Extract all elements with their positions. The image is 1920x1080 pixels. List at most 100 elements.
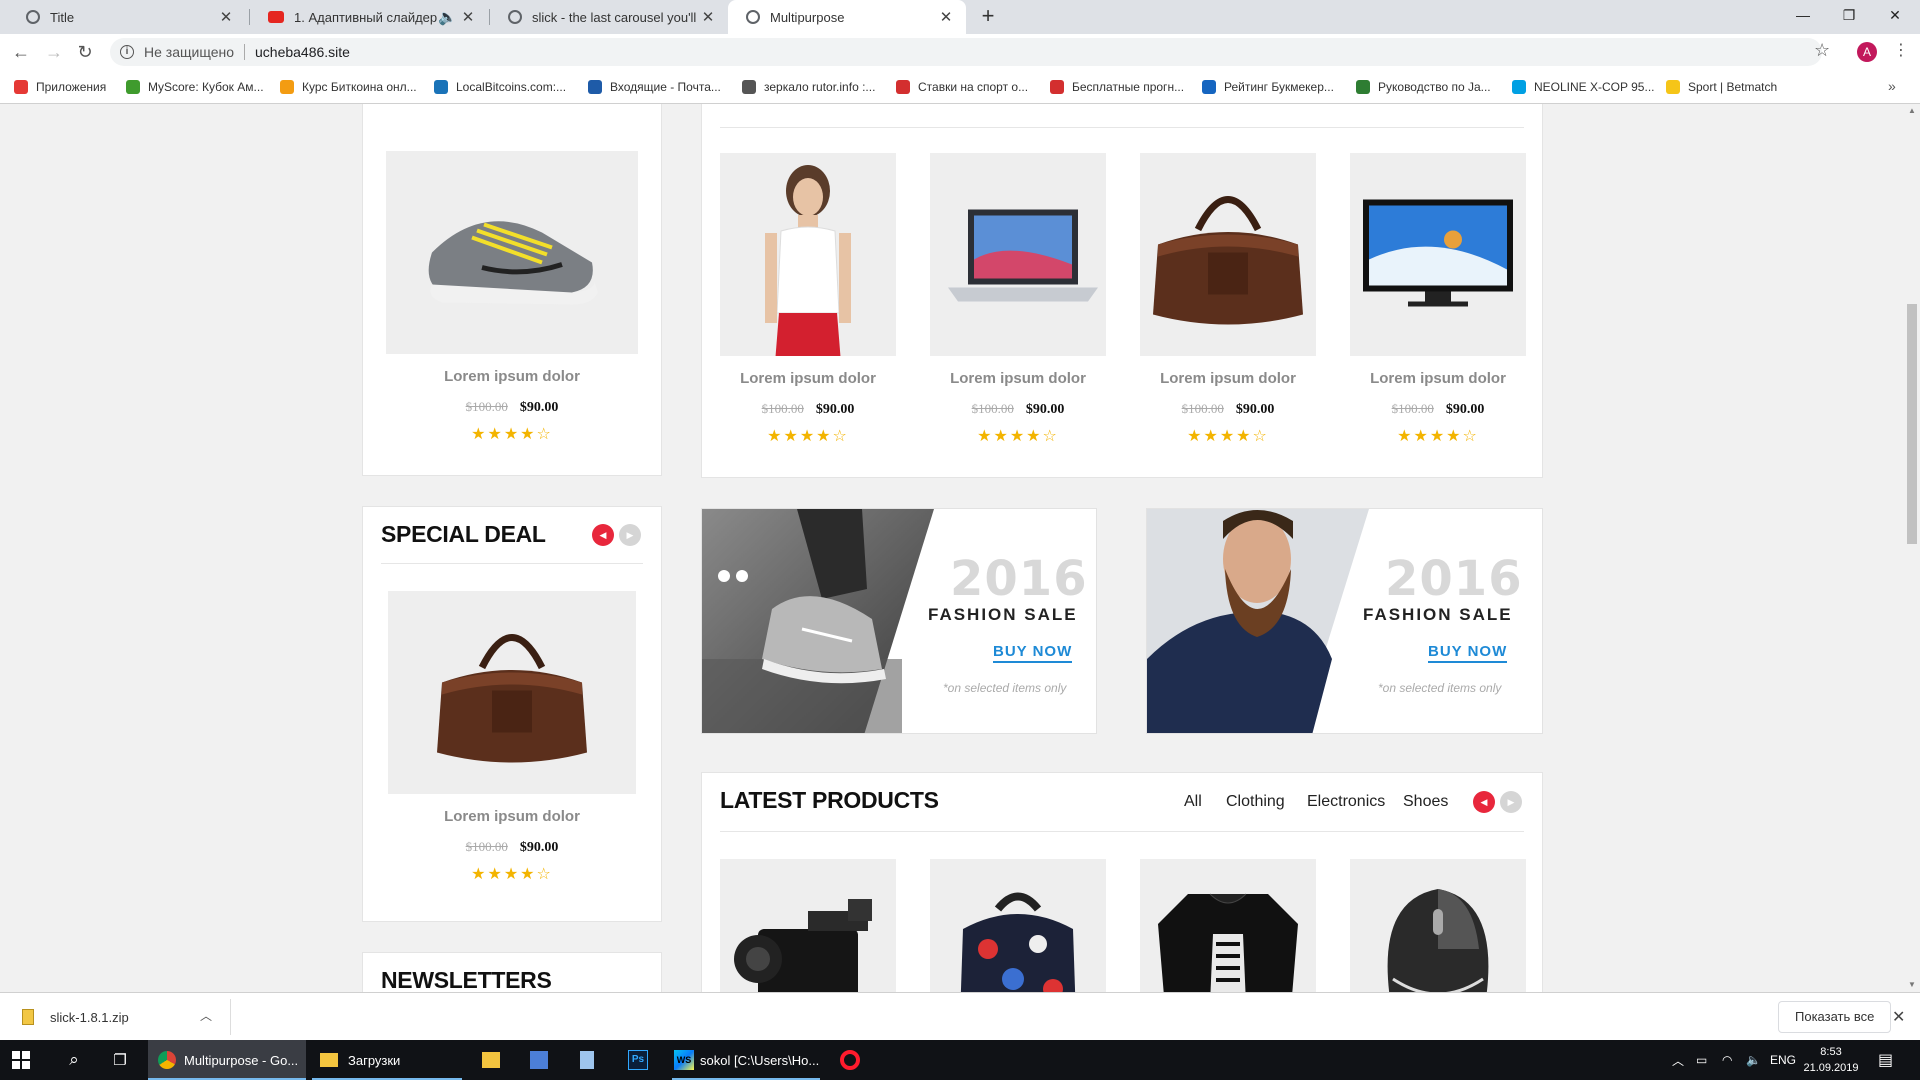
more-bookmarks-icon[interactable]: »: [1888, 78, 1896, 94]
product-item[interactable]: Lorem ipsum dolor $100.00 $90.00 ★★★★☆: [1350, 153, 1526, 446]
scroll-down-icon[interactable]: ▼: [1904, 978, 1920, 992]
show-all-button[interactable]: Показать все: [1778, 1001, 1892, 1033]
filter-all[interactable]: All: [1184, 793, 1202, 811]
reload-icon[interactable]: ↻: [72, 39, 98, 65]
close-tab-icon[interactable]: ✕: [460, 8, 476, 26]
prev-arrow-icon[interactable]: ◀: [592, 524, 614, 546]
wifi-icon[interactable]: ◠: [1722, 1040, 1732, 1080]
taskbar-app-chrome[interactable]: Multipurpose - Go...: [148, 1040, 306, 1080]
product-image-mouse[interactable]: [1350, 859, 1526, 992]
close-tab-icon[interactable]: ✕: [938, 8, 954, 26]
product-item[interactable]: Lorem ipsum dolor $100.00 $90.00 ★★★★☆: [930, 153, 1106, 446]
minimize-button[interactable]: —: [1780, 0, 1826, 30]
taskbar-app-webstorm[interactable]: WS sokol [C:\Users\Ho...: [672, 1040, 820, 1080]
search-icon[interactable]: ⌕: [62, 1040, 86, 1080]
buy-now-link[interactable]: BUY NOW: [1428, 643, 1508, 663]
bookmark-item[interactable]: Ставки на спорт о...: [896, 70, 1028, 104]
volume-icon[interactable]: 🔈: [1746, 1040, 1761, 1080]
store-icon[interactable]: [482, 1040, 502, 1080]
fashion-sale-banner[interactable]: 2016 FASHION SALE BUY NOW *on selected i…: [701, 508, 1097, 734]
new-tab-button[interactable]: +: [975, 4, 1001, 30]
product-name[interactable]: Lorem ipsum dolor: [930, 370, 1106, 387]
bookmark-item[interactable]: MyScore: Кубок Ам...: [126, 70, 264, 104]
product-item[interactable]: Lorem ipsum dolor $100.00 $90.00 ★★★★☆: [388, 591, 636, 884]
product-image-laptop[interactable]: [930, 153, 1106, 356]
close-tab-icon[interactable]: ✕: [218, 8, 234, 26]
product-item[interactable]: Lorem ipsum dolor $100.00 $90.00 ★★★★☆: [386, 151, 638, 444]
bookmark-item[interactable]: Входящие - Почта...: [588, 70, 721, 104]
forward-arrow-icon[interactable]: →: [41, 39, 67, 65]
product-image-tv[interactable]: [1350, 153, 1526, 356]
speaker-icon[interactable]: 🔈: [438, 8, 457, 26]
security-label[interactable]: Не защищено: [144, 44, 234, 60]
page-scrollbar[interactable]: ▲ ▼: [1904, 104, 1920, 992]
product-name[interactable]: Lorem ipsum dolor: [388, 808, 636, 825]
product-item[interactable]: [1140, 859, 1316, 992]
product-image-bag[interactable]: [1140, 153, 1316, 356]
bookmark-item[interactable]: зеркало rutor.info :...: [742, 70, 875, 104]
close-icon[interactable]: ✕: [1892, 1007, 1905, 1027]
product-item[interactable]: [720, 859, 896, 992]
next-arrow-icon[interactable]: ▶: [1500, 791, 1522, 813]
task-view-icon[interactable]: ❐: [108, 1040, 132, 1080]
fashion-sale-banner[interactable]: 2016 FASHION SALE BUY NOW *on selected i…: [1146, 508, 1543, 734]
opera-icon[interactable]: [840, 1040, 862, 1080]
bookmark-star-icon[interactable]: ☆: [1814, 40, 1830, 61]
product-name[interactable]: Lorem ipsum dolor: [720, 370, 896, 387]
product-image-bag[interactable]: [388, 591, 636, 794]
product-image-camcorder[interactable]: [720, 859, 896, 992]
product-item[interactable]: [1350, 859, 1526, 992]
tab-multipurpose[interactable]: Multipurpose ✕: [728, 0, 966, 34]
windows-start-icon[interactable]: [12, 1040, 36, 1080]
taskbar-app-explorer[interactable]: Загрузки: [312, 1040, 462, 1080]
bookmark-item[interactable]: Приложения: [14, 70, 106, 104]
product-image-sweater[interactable]: [1140, 859, 1316, 992]
buy-now-link[interactable]: BUY NOW: [993, 643, 1073, 663]
bookmark-item[interactable]: LocalBitcoins.com:...: [434, 70, 566, 104]
bookmark-item[interactable]: Руководство по Ja...: [1356, 70, 1491, 104]
notepad-icon[interactable]: [580, 1040, 600, 1080]
tab-title[interactable]: Title ✕: [8, 0, 246, 34]
filter-clothing[interactable]: Clothing: [1226, 793, 1285, 811]
product-image-woman[interactable]: [720, 153, 896, 356]
app-icon[interactable]: [530, 1040, 550, 1080]
prev-arrow-icon[interactable]: ◀: [1473, 791, 1495, 813]
scroll-thumb[interactable]: [1907, 304, 1917, 544]
menu-dots-icon[interactable]: ⋮: [1893, 40, 1909, 60]
battery-icon[interactable]: ▭: [1696, 1040, 1707, 1080]
next-arrow-icon[interactable]: ▶: [619, 524, 641, 546]
filter-electronics[interactable]: Electronics: [1307, 793, 1385, 811]
product-name[interactable]: Lorem ipsum dolor: [1140, 370, 1316, 387]
bookmark-item[interactable]: Бесплатные прогн...: [1050, 70, 1184, 104]
product-item[interactable]: Lorem ipsum dolor $100.00 $90.00 ★★★★☆: [1140, 153, 1316, 446]
tray-chevron-icon[interactable]: ︿: [1672, 1040, 1684, 1080]
url-text[interactable]: ucheba486.site: [255, 44, 350, 60]
product-image-backpack[interactable]: [930, 859, 1106, 992]
info-icon[interactable]: i: [120, 45, 134, 59]
system-clock[interactable]: 8:53 21.09.2019: [1800, 1044, 1862, 1076]
product-item[interactable]: [930, 859, 1106, 992]
download-item[interactable]: slick-1.8.1.zip: [22, 1003, 129, 1031]
bookmark-item[interactable]: Рейтинг Букмекер...: [1202, 70, 1334, 104]
bookmark-item[interactable]: Sport | Betmatch: [1666, 70, 1777, 104]
tab-youtube[interactable]: 1. Адаптивный слайдер для 🔈 ✕: [250, 0, 488, 34]
profile-avatar[interactable]: A: [1857, 42, 1877, 62]
chevron-up-icon[interactable]: ︿: [200, 1007, 212, 1024]
scroll-up-icon[interactable]: ▲: [1904, 104, 1920, 118]
language-indicator[interactable]: ENG: [1770, 1040, 1796, 1080]
notifications-icon[interactable]: ▤: [1878, 1040, 1893, 1080]
bookmark-item[interactable]: Курс Биткоина онл...: [280, 70, 417, 104]
back-arrow-icon[interactable]: ←: [8, 39, 34, 65]
close-window-button[interactable]: ✕: [1872, 0, 1918, 30]
close-tab-icon[interactable]: ✕: [700, 8, 716, 26]
filter-shoes[interactable]: Shoes: [1403, 793, 1448, 811]
product-name[interactable]: Lorem ipsum dolor: [386, 368, 638, 385]
product-name[interactable]: Lorem ipsum dolor: [1350, 370, 1526, 387]
restore-button[interactable]: ❐: [1826, 0, 1872, 30]
photoshop-icon[interactable]: Ps: [628, 1040, 650, 1080]
product-item[interactable]: Lorem ipsum dolor $100.00 $90.00 ★★★★☆: [720, 153, 896, 446]
product-image-sneakers[interactable]: [386, 151, 638, 354]
address-bar[interactable]: i Не защищено ucheba486.site: [110, 38, 1822, 66]
bookmark-item[interactable]: NEOLINE X-COP 95...: [1512, 70, 1655, 104]
tab-slick[interactable]: slick - the last carousel you'll eve ✕: [490, 0, 728, 34]
